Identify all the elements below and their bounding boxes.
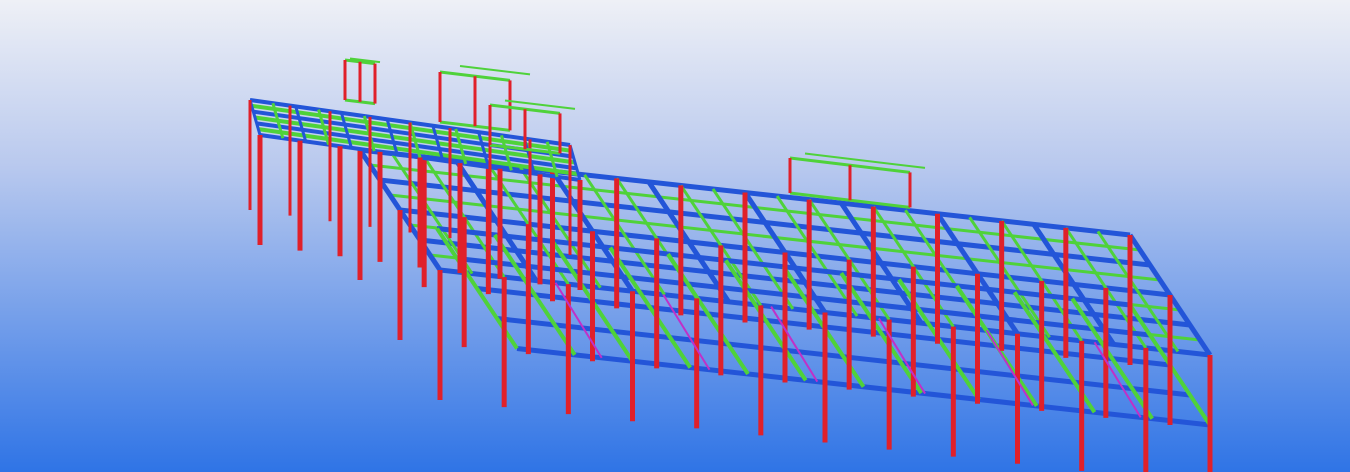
steel-structure-model[interactable] (0, 0, 1350, 472)
3d-model-viewport[interactable] (0, 0, 1350, 472)
